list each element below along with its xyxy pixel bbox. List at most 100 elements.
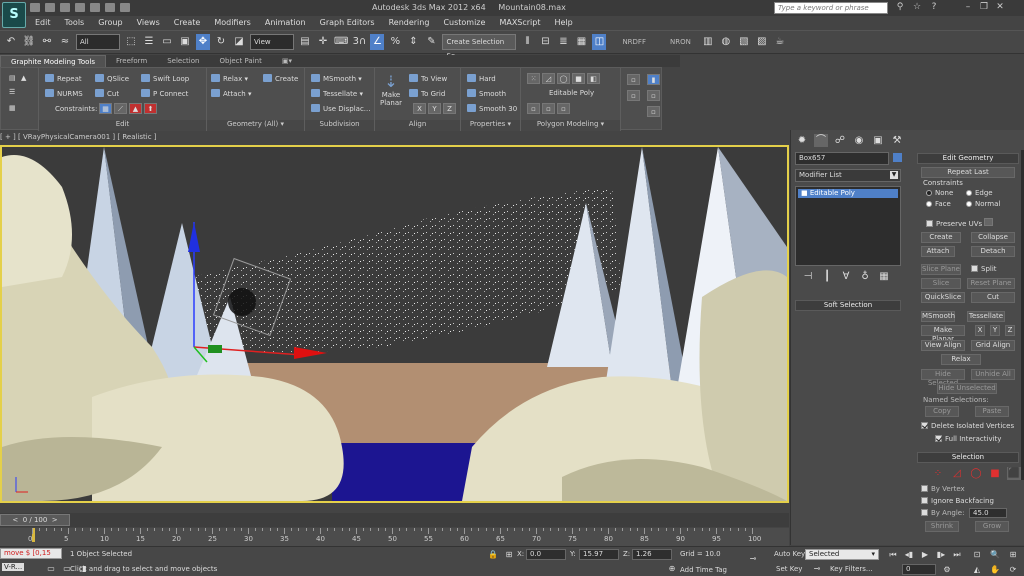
delete-isolated-checkbox[interactable]: Delete Isolated Vertices	[921, 422, 1014, 430]
copy-button[interactable]: Copy	[925, 406, 959, 417]
maximize-icon[interactable]: ❐	[976, 2, 992, 13]
grow-button[interactable]: Grow	[975, 521, 1009, 532]
constraint-normal-radio[interactable]: Normal	[966, 200, 1000, 208]
create-geom-button[interactable]: Create	[921, 232, 961, 243]
by-angle-input[interactable]: 45.0	[969, 508, 1007, 518]
ribbon-opt3-icon[interactable]: ▫	[647, 106, 662, 117]
object-color-swatch[interactable]	[893, 153, 902, 162]
new-file-icon[interactable]	[30, 3, 40, 12]
search-input[interactable]: Type a keyword or phrase	[774, 2, 888, 14]
shrink-button[interactable]: Shrink	[925, 521, 959, 532]
planar-y-button[interactable]: Y	[990, 325, 1000, 336]
next-modifier-icon[interactable]: ▫	[557, 103, 570, 114]
tab-object-paint[interactable]: Object Paint	[209, 55, 271, 67]
orbit-icon[interactable]: ⟳	[1006, 564, 1020, 575]
toolbar-dropdown-icon[interactable]	[120, 3, 130, 12]
ribbon-opt1-icon[interactable]: ▫	[627, 90, 642, 101]
nrdff-label[interactable]: NRDFF	[622, 34, 646, 50]
reset-plane-button[interactable]: Reset Plane	[967, 278, 1015, 289]
binoculars-icon[interactable]: ⚲	[894, 2, 906, 13]
polygon-level-icon[interactable]: ■	[572, 73, 585, 84]
border-level-icon[interactable]: ◯	[557, 73, 570, 84]
by-vertex-checkbox[interactable]: By Vertex	[921, 485, 965, 493]
lock-icon[interactable]: 🔒	[486, 549, 500, 560]
menu-customize[interactable]: Customize	[436, 16, 492, 29]
select-by-name-icon[interactable]: ☰	[142, 34, 156, 50]
zoom-all-icon[interactable]: ⊞	[1006, 549, 1020, 560]
vertex-select-icon[interactable]: ⁘	[931, 467, 945, 480]
menu-group[interactable]: Group	[91, 16, 129, 29]
hide-unselected-button[interactable]: Hide Unselected	[937, 383, 997, 394]
zoom-icon[interactable]: 🔍	[988, 549, 1002, 560]
tessellate-geom-button[interactable]: Tessellate	[967, 311, 1005, 322]
tessellate-button[interactable]: Tessellate ▾	[311, 89, 363, 98]
go-to-end-icon[interactable]: ⏭	[950, 549, 964, 560]
add-time-tag[interactable]: Add Time Tag	[680, 566, 727, 574]
to-view-button[interactable]: To View	[409, 74, 447, 83]
paste-button[interactable]: Paste	[975, 406, 1009, 417]
tab-graphite-modeling-tools[interactable]: Graphite Modeling Tools	[0, 54, 107, 68]
hierarchy-tab-icon[interactable]: ☍	[833, 134, 847, 147]
menu-maxscript[interactable]: MAXScript	[492, 16, 547, 29]
minimize-icon[interactable]: –	[960, 2, 976, 13]
configure-sets-icon[interactable]: ▦	[877, 270, 891, 283]
spinner-snap-icon[interactable]: ⇕	[406, 34, 420, 50]
repeat-button[interactable]: Repeat	[45, 74, 82, 83]
modifier-stack[interactable]: ■ Editable Poly	[795, 186, 901, 266]
star-icon[interactable]: ☆	[911, 2, 923, 13]
selection-filter-dropdown[interactable]: All	[76, 34, 120, 50]
stack-item-editable-poly[interactable]: ■ Editable Poly	[798, 189, 898, 198]
hard-button[interactable]: Hard	[467, 74, 496, 83]
unhide-all-button[interactable]: Unhide All	[971, 369, 1015, 380]
named-selection-dropdown[interactable]: Create Selection Se	[442, 34, 517, 60]
nron-label[interactable]: NRON	[670, 34, 691, 50]
schematic-view-icon[interactable]: ▥	[701, 34, 715, 50]
snaps-toggle-icon[interactable]: 3∩	[352, 34, 367, 50]
attach-geom-button[interactable]: Attach	[921, 246, 955, 257]
full-interactivity-checkbox[interactable]: Full Interactivity	[935, 435, 1001, 443]
maxscript-listener[interactable]: move $ [0,15	[0, 548, 62, 559]
rect-selection-icon[interactable]: ▭	[160, 34, 174, 50]
menu-views[interactable]: Views	[130, 16, 167, 29]
rendered-frame-icon[interactable]: ▨	[755, 34, 769, 50]
modify-mode-icon[interactable]: ▫	[527, 103, 540, 114]
set-key-icon[interactable]: ⊸	[810, 563, 824, 574]
close-icon[interactable]: ✕	[992, 2, 1008, 13]
time-tag-icon[interactable]: ⊕	[665, 563, 679, 574]
motion-tab-icon[interactable]: ◉	[852, 134, 866, 147]
select-move-icon[interactable]: ✥	[196, 34, 210, 50]
open-file-icon[interactable]	[45, 3, 55, 12]
reference-coordinate-dropdown[interactable]: View	[250, 34, 294, 50]
auto-key-button[interactable]: Auto Key	[774, 550, 805, 558]
remove-modifier-icon[interactable]: ♁	[858, 270, 872, 283]
save-file-icon[interactable]	[60, 3, 70, 12]
constraint-edge-radio[interactable]: Edge	[966, 189, 993, 197]
constraint-normal-icon[interactable]: ⬆	[144, 103, 157, 114]
ribbon-list-icon[interactable]: ☰	[9, 88, 15, 96]
utilities-tab-icon[interactable]: ⚒	[890, 134, 904, 147]
select-rotate-icon[interactable]: ↻	[214, 34, 228, 50]
zoom-extents-icon[interactable]: ⊡	[970, 549, 984, 560]
viewport-label[interactable]: [ + ] [ VRayPhysicalCamera001 ] [ Realis…	[0, 133, 400, 144]
next-frame-icon[interactable]: ▮▸	[934, 549, 948, 560]
element-select-icon[interactable]: ⬛	[1007, 467, 1021, 480]
preserve-uvs-checkbox[interactable]: Preserve UVs	[926, 218, 995, 228]
make-unique-icon[interactable]: ∀	[839, 270, 853, 283]
grid-align-button[interactable]: Grid Align	[971, 340, 1015, 351]
key-mode-dropdown[interactable]: Selected ▾	[805, 549, 879, 560]
redo-icon[interactable]	[90, 3, 100, 12]
ribbon-snap-icon[interactable]: ▫	[627, 74, 642, 85]
key-icon[interactable]: ⊸	[746, 553, 760, 564]
help-icon[interactable]: ?	[928, 2, 940, 13]
select-object-icon[interactable]: ⬚	[124, 34, 138, 50]
track-bar[interactable]: 0 5 10 15 20 25 30 35 40 45 50 55 60 65 70 75 80 85 90 95 10…	[0, 528, 789, 546]
undo-icon[interactable]	[75, 3, 85, 12]
keyboard-shortcut-icon[interactable]: ⌨	[334, 34, 348, 50]
split-checkbox[interactable]: Split	[971, 265, 997, 273]
view-align-button[interactable]: View Align	[921, 340, 965, 351]
align-x-button[interactable]: X	[413, 103, 426, 114]
border-select-icon[interactable]: ◯	[969, 467, 983, 480]
ribbon-up-icon[interactable]: ▲	[21, 74, 26, 82]
make-planar-geom-button[interactable]: Make Planar	[921, 325, 965, 343]
constraint-face-radio[interactable]: Face	[926, 200, 951, 208]
